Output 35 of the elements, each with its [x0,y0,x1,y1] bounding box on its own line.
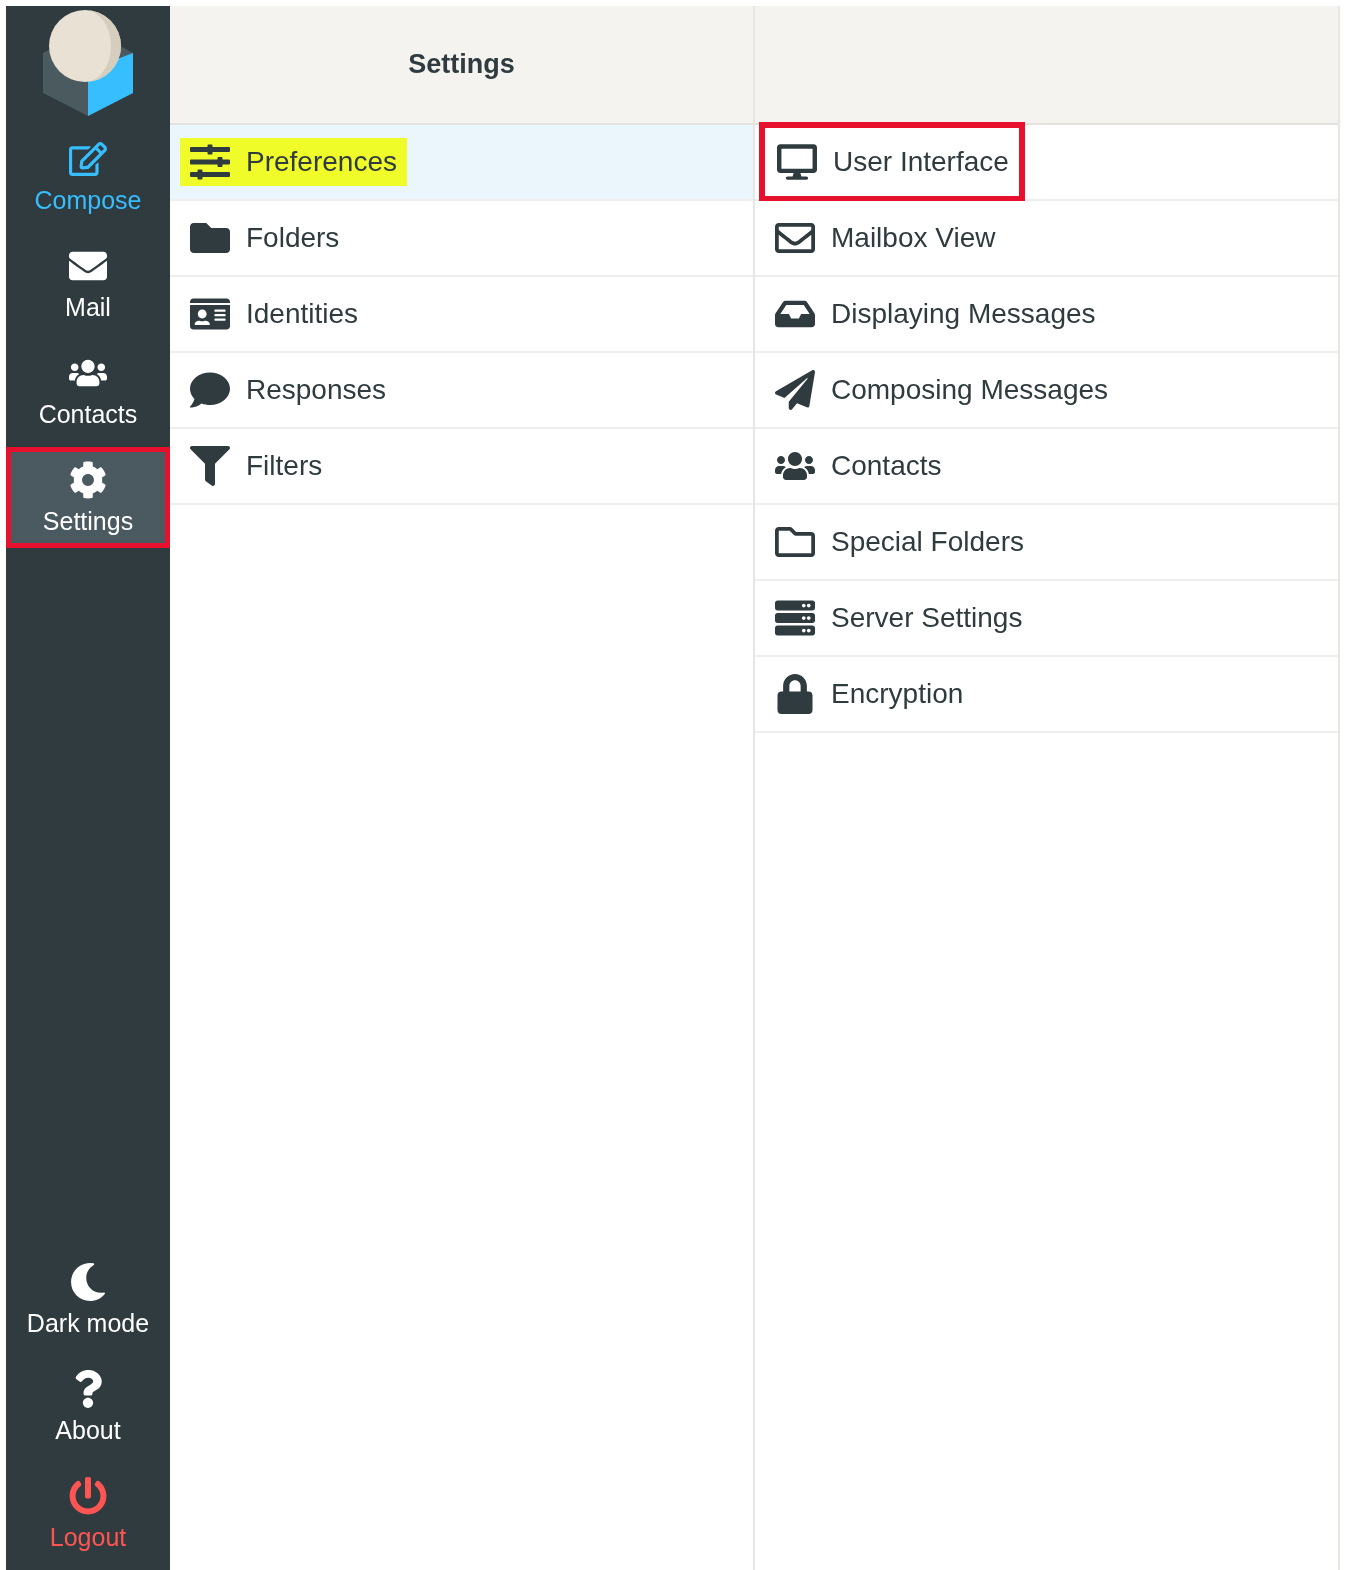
edit-icon [69,140,107,178]
sidebar-item[interactable]: Contacts [6,340,170,441]
paper-plane-icon [775,370,815,410]
speech-bubble-icon [190,370,230,410]
preference-label: Special Folders [831,526,1024,558]
column-title: Settings [408,49,515,80]
section-label: Preferences [246,146,397,178]
preference-label: Displaying Messages [831,298,1096,330]
lock-icon [775,674,815,714]
preference-item[interactable]: Mailbox View [755,201,1338,277]
sidebar-item[interactable]: Dark mode [6,1249,170,1350]
preference-label: Encryption [831,678,964,710]
sidebar-item[interactable]: Logout [6,1463,170,1564]
power-icon [69,1477,107,1515]
section-label: Filters [246,450,323,482]
section-label: Responses [246,374,387,406]
settings-icon [69,461,107,499]
sidebar-item[interactable]: Compose [6,126,170,227]
preference-label: User Interface [833,146,1009,178]
filter-icon [190,446,230,486]
server-icon [775,598,815,638]
preference-label: Server Settings [831,602,1023,634]
preference-label: Mailbox View [831,222,996,254]
preference-label: Contacts [831,450,942,482]
preference-item[interactable]: User Interface [755,125,1338,201]
preference-label: Composing Messages [831,374,1109,406]
sidebar-item[interactable]: About [6,1356,170,1457]
section-label: Folders [246,222,340,254]
monitor-icon [777,142,817,182]
moon-icon [69,1263,107,1301]
sidebar-item[interactable]: Settings [6,447,170,548]
settings-section-item[interactable]: Preferences [170,125,753,201]
section-label: Identities [246,298,359,330]
sidebar-item[interactable]: Mail [6,233,170,334]
settings-icon [190,142,230,182]
